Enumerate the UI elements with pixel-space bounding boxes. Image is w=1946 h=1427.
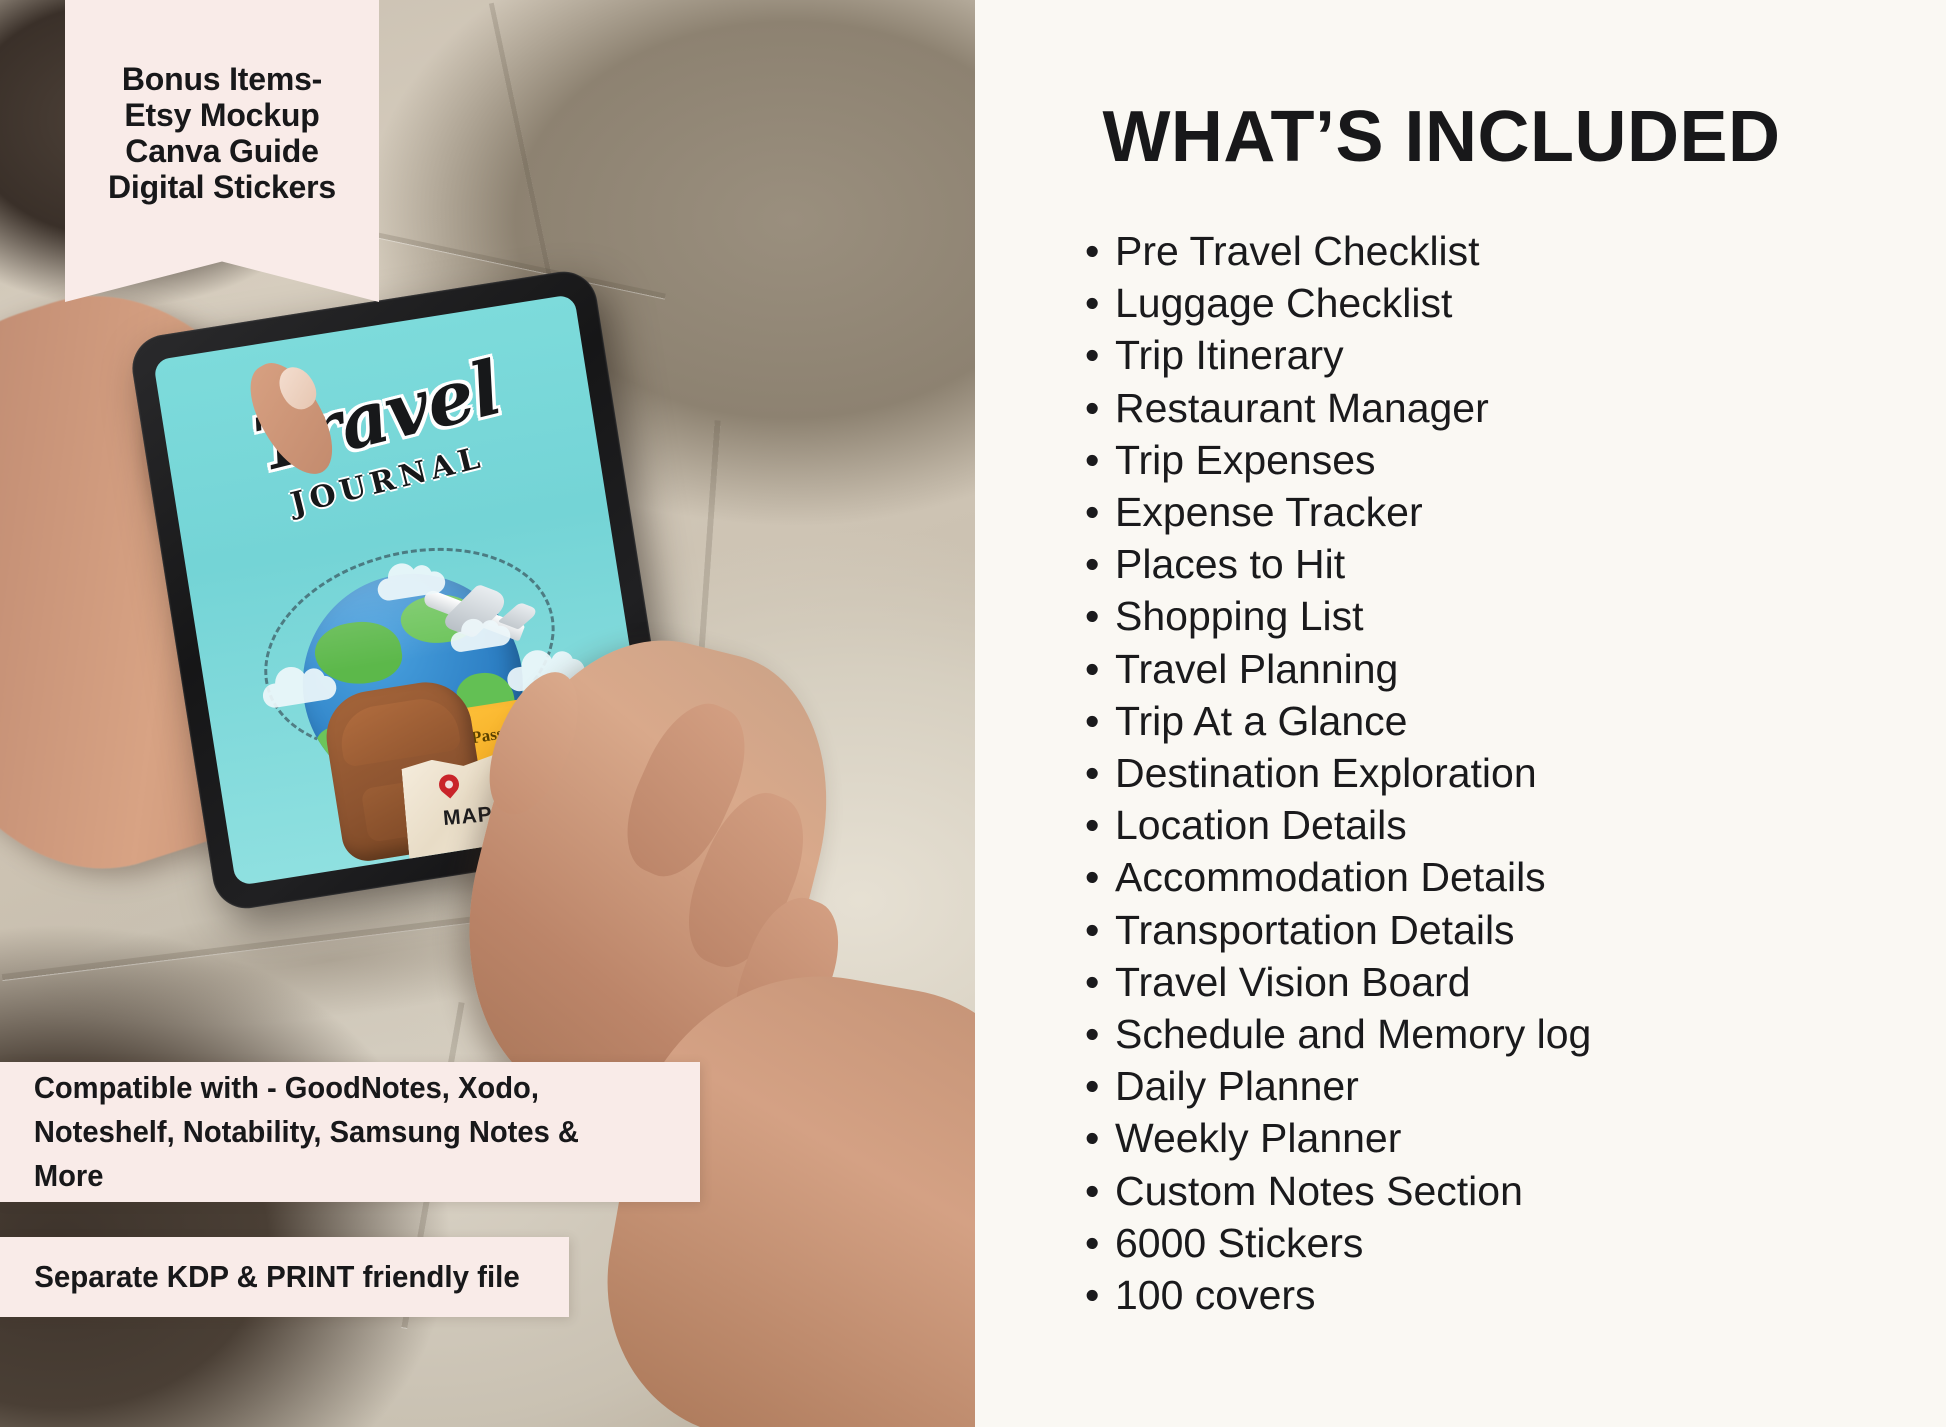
included-list-item: • Restaurant Manager xyxy=(1085,382,1591,434)
included-list-item: • Expense Tracker xyxy=(1085,486,1591,538)
bullet-icon: • xyxy=(1085,906,1100,953)
kdp-print-text: Separate KDP & PRINT friendly file xyxy=(34,1259,520,1294)
bullet-icon: • xyxy=(1085,958,1100,1005)
included-list-item: • Schedule and Memory log xyxy=(1085,1008,1591,1060)
included-list-item: • Trip Itinerary xyxy=(1085,329,1591,381)
bullet-icon: • xyxy=(1085,436,1100,483)
included-list-item-label: Shopping List xyxy=(1115,593,1364,640)
included-list-item-label: 6000 Stickers xyxy=(1115,1219,1364,1266)
compatibility-callout: Compatible with - GoodNotes, Xodo, Notes… xyxy=(0,1062,700,1202)
bonus-items-text: Bonus Items- Etsy Mockup Canva Guide Dig… xyxy=(107,61,336,205)
included-list-item: • Accommodation Details xyxy=(1085,851,1591,903)
included-list-item-label: Luggage Checklist xyxy=(1115,280,1453,327)
included-list-item: • Weekly Planner xyxy=(1085,1112,1591,1164)
included-list-item-label: Expense Tracker xyxy=(1115,489,1423,536)
included-list-item-label: Transportation Details xyxy=(1115,906,1515,953)
included-list-item-label: Trip Itinerary xyxy=(1115,332,1344,379)
included-list-item-label: Pre Travel Checklist xyxy=(1115,228,1480,274)
included-list-item: • Luggage Checklist xyxy=(1085,277,1591,329)
included-list-item: • Places to Hit xyxy=(1085,538,1591,590)
included-list-item: • Location Details xyxy=(1085,799,1591,851)
bullet-icon: • xyxy=(1085,593,1100,640)
bullet-icon: • xyxy=(1085,697,1100,744)
kdp-print-callout: Separate KDP & PRINT friendly file xyxy=(0,1237,569,1317)
included-list-item: • Pre Travel Checklist xyxy=(1085,225,1591,277)
included-list: • Pre Travel Checklist • Luggage Checklist •… xyxy=(1085,225,1591,1321)
bullet-icon: • xyxy=(1085,1063,1100,1110)
bullet-icon: • xyxy=(1085,1011,1100,1058)
bullet-icon: • xyxy=(1085,1219,1100,1266)
bullet-icon: • xyxy=(1085,280,1100,327)
poster-root: Travel JOURNAL MAP Bonus Items- Etsy Moc… xyxy=(0,0,1946,1427)
bullet-icon: • xyxy=(1085,1167,1100,1214)
bullet-icon: • xyxy=(1085,1272,1100,1319)
included-list-item: • Daily Planner xyxy=(1085,1060,1591,1112)
included-list-item: • Shopping List xyxy=(1085,590,1591,642)
included-list-item-label: Custom Notes Section xyxy=(1115,1167,1523,1214)
included-list-item: • Trip At a Glance xyxy=(1085,695,1591,747)
included-list-item-label: Location Details xyxy=(1115,802,1407,849)
included-list-item-label: Schedule and Memory log xyxy=(1115,1011,1592,1058)
included-list-item-label: Travel Vision Board xyxy=(1115,958,1471,1005)
included-list-item: • 100 covers xyxy=(1085,1269,1591,1321)
bullet-icon: • xyxy=(1085,489,1100,536)
bonus-items-ribbon: Bonus Items- Etsy Mockup Canva Guide Dig… xyxy=(65,0,379,302)
included-list-item-label: Destination Exploration xyxy=(1115,750,1537,797)
bullet-icon: • xyxy=(1085,1115,1100,1162)
included-list-item: • Transportation Details xyxy=(1085,904,1591,956)
included-panel: WHAT’S INCLUDED • Pre Travel Checklist • Lu… xyxy=(975,0,1946,1427)
bullet-icon: • xyxy=(1085,802,1100,849)
included-list-item-label: Weekly Planner xyxy=(1115,1115,1402,1162)
product-photo-panel: Travel JOURNAL MAP Bonus Items- Etsy Moc… xyxy=(0,0,975,1427)
included-list-item-label: Travel Planning xyxy=(1115,645,1399,692)
map-pin-icon xyxy=(435,770,463,798)
included-list-item-label: Trip Expenses xyxy=(1115,436,1376,483)
included-list-item-label: Trip At a Glance xyxy=(1115,697,1408,744)
compatibility-text: Compatible with - GoodNotes, Xodo, Notes… xyxy=(33,1069,579,1193)
bullet-icon: • xyxy=(1085,645,1100,692)
included-list-item: • Custom Notes Section xyxy=(1085,1165,1591,1217)
included-list-item-label: Daily Planner xyxy=(1115,1063,1359,1110)
bullet-icon: • xyxy=(1085,541,1100,588)
bullet-icon: • xyxy=(1085,332,1100,379)
included-list-item: • Travel Planning xyxy=(1085,643,1591,695)
bullet-icon: • xyxy=(1085,854,1100,901)
page-title: WHAT’S INCLUDED xyxy=(1102,97,1781,177)
bullet-icon: • xyxy=(1085,228,1100,274)
bullet-icon: • xyxy=(1085,750,1100,797)
included-list-item-label: Restaurant Manager xyxy=(1115,384,1489,431)
included-list-item-label: Accommodation Details xyxy=(1115,854,1546,901)
included-list-item: • Trip Expenses xyxy=(1085,434,1591,486)
bullet-icon: • xyxy=(1085,384,1100,431)
included-list-item-label: 100 covers xyxy=(1115,1272,1316,1319)
included-list-item-label: Places to Hit xyxy=(1115,541,1346,588)
included-list-item: • 6000 Stickers xyxy=(1085,1217,1591,1269)
included-list-item: • Travel Vision Board xyxy=(1085,956,1591,1008)
included-list-item: • Destination Exploration xyxy=(1085,747,1591,799)
